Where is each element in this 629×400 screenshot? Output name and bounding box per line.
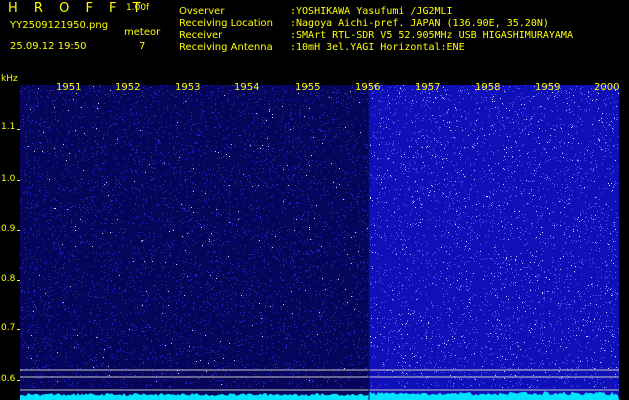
meta-value-location: :Nagoya Aichi-pref. JAPAN (136.90E, 35.2… [290,18,549,29]
y-tick-label: 0.7 [1,323,16,333]
app-version: 1.00f [126,3,150,13]
meta-value-receiver: :SMArt RTL-SDR V5 52.905MHz USB HIGASHIM… [290,30,573,41]
y-tick-label: 1.0 [1,174,16,184]
x-tick-label: 1955 [295,82,321,93]
file-datetime: 25.09.12 19:50 [10,41,87,52]
x-tick-label: 1958 [475,82,501,93]
y-tick-label: 0.8 [1,274,16,284]
meta-value-observer: :YOSHIKAWA Yasufumi /JG2MLI [290,6,453,17]
y-tick-label: 0.6 [1,374,16,384]
meteor-count: 7 [139,41,146,52]
y-tick-label: 0.9 [1,224,16,234]
y-tick-label: 1.1 [1,122,16,132]
x-tick-label: 1952 [115,82,141,93]
y-axis-unit: kHz [1,74,18,84]
meta-key-antenna: Receiving Antenna [179,42,273,53]
x-tick-label: 1954 [234,82,260,93]
waterfall-region-bright [369,85,619,400]
x-tick-label: 1953 [175,82,201,93]
meteor-label: meteor [124,27,161,38]
x-tick-label: 1957 [415,82,441,93]
x-tick-label: 1959 [535,82,561,93]
x-tick-label: 2000 [594,82,620,93]
x-tick-label: 1956 [355,82,381,93]
meta-key-observer: Ovserver [179,6,225,17]
waterfall-canvas [20,85,619,400]
meta-key-receiver: Receiver [179,30,223,41]
meta-value-antenna: :10mH 3el.YAGI Horizontal:ENE [290,42,465,53]
file-name: YY2509121950.png [10,20,109,31]
x-tick-label: 1951 [56,82,82,93]
waterfall-spectrogram [20,85,619,400]
waterfall-region-dark [20,85,369,400]
meta-key-location: Receiving Location [179,18,273,29]
